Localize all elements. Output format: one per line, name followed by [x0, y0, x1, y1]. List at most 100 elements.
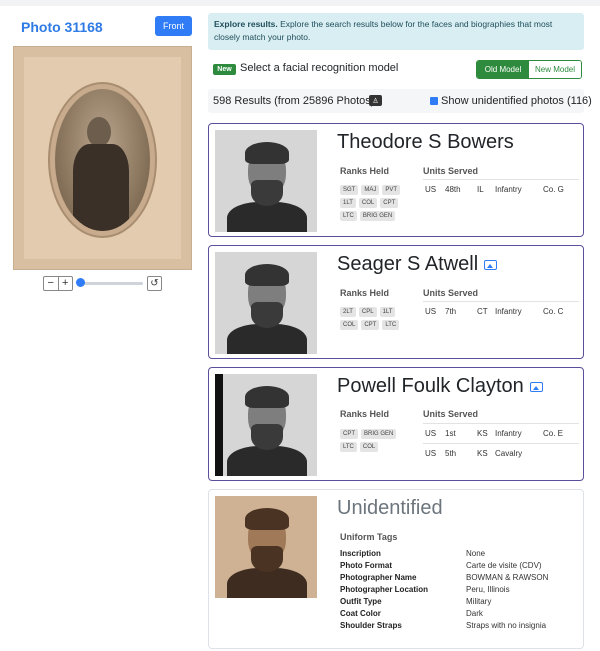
- result-portrait[interactable]: [215, 374, 317, 476]
- tag-row: Photo Format Carte de visite (CDV): [340, 561, 580, 573]
- tag-row: Outfit Type Military: [340, 597, 580, 609]
- result-card[interactable]: Theodore S Bowers Ranks Held Units Serve…: [208, 123, 584, 237]
- unit-row: US 48th IL Infantry Co. G: [423, 179, 579, 199]
- rank-badge: LTC: [340, 442, 357, 452]
- result-name[interactable]: Unidentified: [337, 497, 443, 520]
- result-name[interactable]: Seager S Atwell: [337, 253, 498, 276]
- tag-row: Coat Color Dark: [340, 609, 580, 621]
- result-portrait[interactable]: [215, 496, 317, 598]
- uniform-tags-heading: Uniform Tags: [340, 532, 398, 542]
- new-badge: New: [213, 64, 236, 75]
- result-name-text[interactable]: Seager S Atwell: [337, 253, 478, 275]
- rank-badge: 1LT: [379, 307, 396, 317]
- rank-badge: CPT: [361, 320, 380, 330]
- model-label: Select a facial recognition model: [240, 62, 399, 74]
- tag-value: Military: [466, 597, 492, 606]
- old-model-button[interactable]: Old Model: [477, 61, 529, 78]
- alert-title: Explore results.: [214, 19, 278, 29]
- result-card[interactable]: Powell Foulk Clayton Ranks Held Units Se…: [208, 367, 584, 481]
- result-portrait[interactable]: [215, 252, 317, 354]
- unit-number: 48th: [445, 185, 461, 194]
- tag-value: BOWMAN & RAWSON: [466, 573, 549, 582]
- info-alert: Explore results. Explore the search resu…: [208, 13, 584, 50]
- show-unidentified-checkbox[interactable]: [430, 97, 438, 105]
- tag-key: Inscription: [340, 549, 381, 558]
- photo-title: Photo 31168: [21, 19, 103, 35]
- unit-branch: Infantry: [495, 429, 522, 438]
- gallery-icon[interactable]: [484, 259, 498, 270]
- rank-badge: PVT: [382, 185, 401, 195]
- rank-badge: COL: [340, 320, 359, 330]
- unit-number: 7th: [445, 307, 457, 316]
- tag-key: Outfit Type: [340, 597, 382, 606]
- tag-row: Shoulder Straps Straps with no insignia: [340, 621, 580, 633]
- rank-badge: BRIG GEN: [361, 429, 397, 439]
- rank-badge: LTC: [382, 320, 400, 330]
- result-name-text[interactable]: Powell Foulk Clayton: [337, 375, 524, 397]
- front-button[interactable]: Front: [155, 16, 192, 36]
- unit-company: Co. G: [543, 185, 564, 194]
- zoom-slider[interactable]: [79, 282, 143, 285]
- rank-badge: MAJ: [361, 185, 380, 195]
- result-name[interactable]: Theodore S Bowers: [337, 131, 514, 154]
- tag-row: Photographer Location Peru, Illinois: [340, 585, 580, 597]
- rank-list: CPT BRIG GEN LTC COL: [340, 429, 412, 452]
- uploaded-photo: [13, 46, 192, 270]
- unit-row: US 7th CT Infantry Co. C: [423, 301, 579, 321]
- rank-badge: 1LT: [340, 198, 356, 208]
- tag-value: None: [466, 549, 486, 558]
- unit-country: US: [425, 307, 437, 316]
- unit-branch: Cavalry: [495, 449, 523, 458]
- tag-value: Dark: [466, 609, 483, 618]
- photo-portrait: [55, 89, 150, 231]
- ranks-heading: Ranks Held: [340, 288, 390, 298]
- rank-badge: COL: [359, 442, 379, 452]
- gallery-icon[interactable]: [529, 381, 543, 392]
- rank-badge: CPT: [380, 198, 399, 208]
- result-portrait[interactable]: [215, 130, 317, 232]
- rank-badge: COL: [358, 198, 378, 208]
- result-card[interactable]: Seager S Atwell Ranks Held Units Served …: [208, 245, 584, 359]
- top-bar: [0, 0, 600, 6]
- unit-company: Co. C: [543, 307, 564, 316]
- tag-value: Peru, Illinois: [466, 585, 510, 594]
- rank-badge: CPL: [358, 307, 377, 317]
- rank-badge: 2LT: [340, 307, 356, 317]
- unit-row: US 1st KS Infantry Co. E: [423, 423, 579, 443]
- tag-row: Inscription None: [340, 549, 580, 561]
- unit-branch: Infantry: [495, 307, 522, 316]
- unit-branch: Infantry: [495, 185, 522, 194]
- reset-zoom-button[interactable]: ↺: [147, 276, 162, 291]
- tag-row: Photographer Name BOWMAN & RAWSON: [340, 573, 580, 585]
- unit-row: US 5th KS Cavalry: [423, 443, 579, 463]
- tag-value: Straps with no insignia: [466, 621, 547, 630]
- export-icon[interactable]: ♙: [369, 95, 382, 106]
- ranks-heading: Ranks Held: [340, 166, 390, 176]
- results-count: 598 Results (from 25896 Photos): [213, 95, 375, 107]
- rank-badge: CPT: [340, 429, 358, 439]
- unit-state: CT: [477, 307, 488, 316]
- zoom-slider-handle[interactable]: [76, 278, 85, 287]
- zoom-in-button[interactable]: +: [59, 277, 73, 290]
- units-heading: Units Served: [423, 409, 479, 419]
- zoom-out-button[interactable]: −: [44, 277, 59, 290]
- new-model-button[interactable]: New Model: [529, 61, 581, 78]
- unidentified-card[interactable]: Unidentified Uniform Tags Inscription No…: [208, 489, 584, 649]
- unit-country: US: [425, 429, 437, 438]
- units-heading: Units Served: [423, 288, 479, 298]
- unit-state: KS: [477, 429, 488, 438]
- unit-country: US: [425, 185, 437, 194]
- rank-badge: SGT: [340, 185, 359, 195]
- tag-value: Carte de visite (CDV): [466, 561, 542, 570]
- model-toggle: Old Model New Model: [476, 60, 582, 79]
- tag-key: Photographer Name: [340, 573, 417, 582]
- tag-key: Photographer Location: [340, 585, 428, 594]
- rank-badge: LTC: [340, 211, 357, 221]
- unit-company: Co. E: [543, 429, 564, 438]
- show-unidentified-label[interactable]: Show unidentified photos (116): [441, 95, 592, 107]
- result-name[interactable]: Powell Foulk Clayton: [337, 375, 543, 398]
- unit-number: 1st: [445, 429, 456, 438]
- rank-badge: BRIG GEN: [359, 211, 396, 221]
- units-heading: Units Served: [423, 166, 479, 176]
- rank-list: 2LT CPL 1LT COL CPT LTC: [340, 307, 412, 330]
